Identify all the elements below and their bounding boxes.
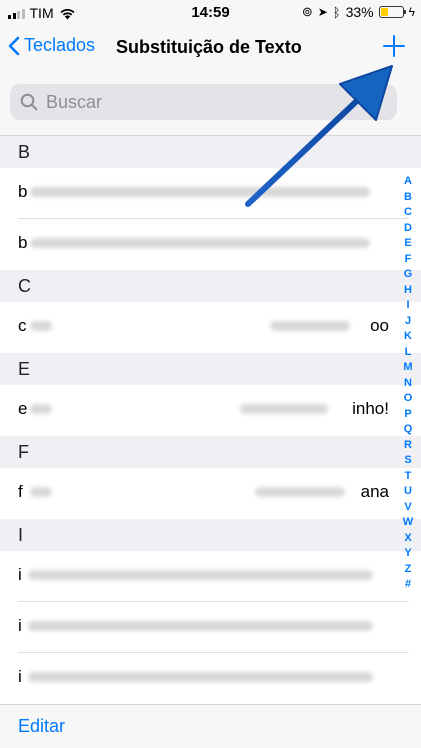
shortcut-text: e (18, 399, 28, 418)
shortcut-text: i (18, 667, 22, 686)
index-letter[interactable]: M (403, 360, 412, 376)
index-letter[interactable]: Q (404, 422, 413, 438)
section-header-i: I (0, 519, 421, 551)
index-letter[interactable]: T (405, 469, 412, 485)
section-header-e: E (0, 353, 421, 385)
index-letter[interactable]: D (404, 221, 412, 237)
blurred-content (30, 321, 52, 331)
bluetooth-icon: ᛒ (332, 4, 341, 20)
index-letter[interactable]: L (405, 345, 412, 361)
index-letter[interactable]: # (405, 577, 411, 593)
location-icon: ➤ (317, 5, 328, 19)
page-title: Substituição de Texto (116, 37, 302, 57)
list-item[interactable]: i (0, 551, 421, 602)
list-item[interactable]: i (0, 653, 421, 704)
list-item[interactable]: i (0, 602, 421, 653)
section-header-b: B (0, 136, 421, 168)
search-icon (20, 93, 38, 111)
search-bar[interactable] (10, 84, 397, 120)
blurred-content (28, 621, 373, 631)
blurred-content (30, 404, 52, 414)
index-letter[interactable]: N (404, 376, 412, 392)
index-letter[interactable]: P (404, 407, 411, 423)
index-letter[interactable]: Y (404, 546, 411, 562)
index-letter[interactable]: J (405, 314, 411, 330)
list-item[interactable]: c oo (0, 302, 421, 353)
phrase-text: oo (370, 316, 389, 335)
index-letter[interactable]: F (405, 252, 412, 268)
index-letter[interactable]: A (404, 174, 412, 190)
index-letter[interactable]: I (406, 298, 409, 314)
battery-icon (378, 6, 406, 18)
index-letter[interactable]: C (404, 205, 412, 221)
index-letter[interactable]: O (404, 391, 413, 407)
blurred-content (255, 487, 345, 497)
index-letter[interactable]: U (404, 484, 412, 500)
edit-button[interactable]: Editar (18, 716, 65, 737)
back-button[interactable]: Teclados (8, 35, 95, 56)
charging-icon: ϟ (408, 5, 415, 19)
index-letter[interactable]: Z (405, 562, 412, 578)
shortcut-text: b (18, 233, 28, 252)
bottom-toolbar: Editar (0, 704, 421, 748)
search-input[interactable] (46, 91, 366, 113)
battery-fill (380, 8, 388, 16)
section-header-f: F (0, 436, 421, 468)
index-letter[interactable]: B (404, 190, 412, 206)
index-letter[interactable]: K (404, 329, 412, 345)
index-letter[interactable]: X (404, 531, 411, 547)
blurred-content (30, 487, 52, 497)
rotation-lock-icon: ⊚ (301, 4, 313, 19)
blurred-content (30, 187, 370, 197)
list-item[interactable]: e inho! (0, 385, 421, 436)
status-right: ⊚ ➤ ᛒ 33% ϟ (302, 4, 415, 20)
list-item[interactable]: b (0, 219, 421, 270)
plus-icon[interactable] (381, 33, 407, 59)
phrase-text: inho! (352, 399, 389, 418)
index-letter[interactable]: H (404, 283, 412, 299)
blurred-content (270, 321, 350, 331)
list-item[interactable]: f ana (0, 468, 421, 519)
search-area (0, 70, 421, 136)
back-button-label: Teclados (24, 35, 96, 55)
index-letter[interactable]: S (404, 453, 411, 469)
list-item[interactable]: b (0, 168, 421, 219)
section-header-c: C (0, 270, 421, 302)
shortcut-text: i (18, 565, 22, 584)
index-letter[interactable]: W (403, 515, 413, 531)
shortcut-text: b (18, 182, 28, 201)
blurred-content (240, 404, 328, 414)
phrase-text: ana (360, 482, 389, 501)
index-letter[interactable]: G (404, 267, 413, 283)
battery-percent: 33% (345, 4, 374, 20)
chevron-left-icon (8, 36, 20, 55)
navigation-bar: Teclados Substituição de Texto (0, 26, 421, 70)
blurred-content (28, 672, 373, 682)
index-letter[interactable]: R (404, 438, 412, 454)
index-letter[interactable]: E (404, 236, 411, 252)
shortcut-text: f (18, 482, 23, 501)
shortcut-text: i (18, 616, 22, 635)
index-letter[interactable]: V (404, 500, 411, 516)
status-bar: TIM 14:59 ⊚ ➤ ᛒ 33% ϟ (0, 0, 421, 26)
blurred-content (30, 238, 370, 248)
blurred-content (28, 570, 373, 580)
shortcut-text: c (18, 316, 27, 335)
section-index[interactable]: A B C D E F G H I J K L M N O P Q R S T U V W X Y Z # (397, 174, 419, 593)
replacement-list: B b b C c oo E e inho! F f ana I i i i (0, 136, 421, 704)
